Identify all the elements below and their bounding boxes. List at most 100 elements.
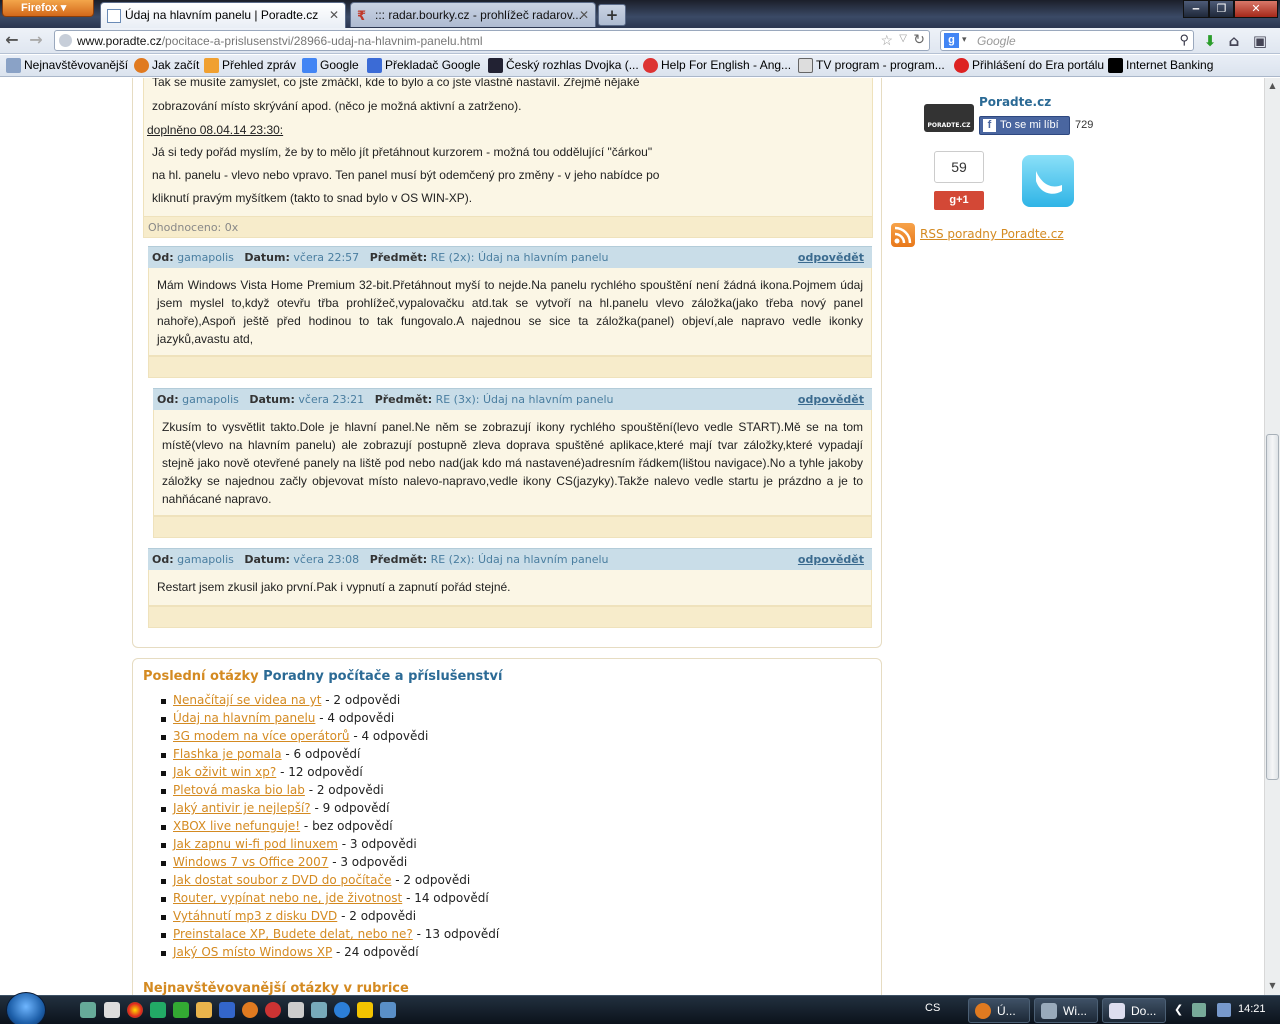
question-link[interactable]: Vytáhnutí mp3 z disku DVD <box>173 909 337 923</box>
post-text-line: zobrazování místo skrývání apod. (něco j… <box>152 99 522 113</box>
volume-tray-icon[interactable] <box>1217 1003 1231 1017</box>
scroll-up-icon[interactable]: ▲ <box>1265 78 1280 94</box>
bookmark-internet-banking[interactable]: Internet Banking <box>1106 58 1213 73</box>
firefox-icon[interactable] <box>242 1002 258 1018</box>
rss-link[interactable]: RSS poradny Poradte.cz <box>920 227 1064 241</box>
media-player-icon[interactable] <box>357 1002 373 1018</box>
maximize-button[interactable]: ❐ <box>1209 0 1234 18</box>
network-tray-icon[interactable] <box>1192 1003 1206 1017</box>
google-search-engine-icon[interactable]: g <box>944 33 959 48</box>
start-button[interactable] <box>6 992 46 1024</box>
reply-link[interactable]: odpovědět <box>798 553 864 566</box>
twitter-icon[interactable] <box>1022 155 1074 207</box>
page-scrollbar[interactable]: ▲ ▼ <box>1264 78 1280 995</box>
home-icon[interactable]: ⌂ <box>1224 31 1244 51</box>
forward-icon[interactable]: → <box>26 30 46 50</box>
antivirus-icon[interactable] <box>150 1002 166 1018</box>
folder-icon[interactable] <box>196 1002 212 1018</box>
media-icon[interactable] <box>265 1002 281 1018</box>
site-name-link[interactable]: Poradte.cz <box>979 95 1051 109</box>
translate-icon <box>367 58 382 73</box>
gplus-button[interactable]: g+1 <box>934 191 984 210</box>
comment-author[interactable]: gamapolis <box>177 553 234 566</box>
bookmark-tv-program[interactable]: TV program - program... <box>796 58 945 73</box>
search-icon[interactable]: ⚲ <box>1179 32 1189 48</box>
facebook-like-button[interactable]: f To se mi líbí <box>979 116 1070 135</box>
clock[interactable]: 14:21 <box>1238 1003 1266 1015</box>
tab-radar[interactable]: ₹ ::: radar.bourky.cz - prohlížeč radaro… <box>350 2 596 27</box>
comment-author[interactable]: gamapolis <box>177 251 234 264</box>
category-link[interactable]: Poradny počítače a příslušenství <box>263 669 502 684</box>
question-link[interactable]: Windows 7 vs Office 2007 <box>173 855 328 869</box>
question-link[interactable]: 3G modem na více operátorů <box>173 729 350 743</box>
bookmark-google[interactable]: Google <box>300 58 359 73</box>
bookmark-helpforenglish[interactable]: Help For English - Ang... <box>641 58 791 73</box>
bookmark-star-icon[interactable]: ☆ <box>880 32 893 49</box>
bookmark-most-visited[interactable]: Nejnavštěvovanější <box>4 58 128 73</box>
site-logo[interactable]: PORADTE.CZ <box>924 104 974 132</box>
bookmark-radio[interactable]: Český rozhlas Dvojka (... <box>486 58 639 73</box>
question-link[interactable]: Jaký OS místo Windows XP <box>173 945 332 959</box>
language-indicator[interactable]: CS <box>925 1002 940 1014</box>
network-app-icon[interactable] <box>311 1002 327 1018</box>
bookmark-getting-started[interactable]: Jak začít <box>132 58 199 73</box>
close-icon[interactable]: ✕ <box>579 8 589 22</box>
remote-desktop-icon[interactable] <box>380 1002 396 1018</box>
taskbar-window-2[interactable]: Wi... <box>1034 998 1098 1023</box>
question-link[interactable]: Flashka je pomala <box>173 747 282 761</box>
internet-explorer-icon[interactable] <box>334 1002 350 1018</box>
comment-author[interactable]: gamapolis <box>182 393 239 406</box>
comment-date: včera 23:21 <box>298 393 365 406</box>
new-tab-button[interactable]: + <box>598 4 626 26</box>
question-link[interactable]: Pletová maska bio lab <box>173 783 305 797</box>
question-link[interactable]: Router, vypínat nebo ne, jde životnost <box>173 891 402 905</box>
firefox-icon <box>134 58 149 73</box>
question-link[interactable]: Nenačítají se videa na yt <box>173 693 321 707</box>
bookmark-news[interactable]: Přehled zpráv <box>202 58 296 73</box>
chevron-down-icon[interactable]: ▾ <box>962 34 967 45</box>
site-identity-icon[interactable] <box>59 34 72 47</box>
excel-icon[interactable] <box>173 1002 189 1018</box>
close-icon[interactable]: ✕ <box>329 8 339 22</box>
question-link[interactable]: Preinstalace XP, Budete delat, nebo ne? <box>173 927 413 941</box>
rss-icon[interactable] <box>891 223 915 247</box>
tray-expand-icon[interactable]: ❮ <box>1174 1003 1188 1017</box>
latest-questions-title: Poslední otázky Poradny počítače a přísl… <box>143 669 502 684</box>
answer-count: - 4 odpovědi <box>315 711 395 725</box>
search-input[interactable]: g ▾ Google ⚲ <box>940 30 1194 51</box>
search-placeholder: Google <box>977 34 1016 48</box>
taskbar-firefox-window[interactable]: Ú... <box>968 998 1030 1023</box>
question-link[interactable]: Jak oživit win xp? <box>173 765 276 779</box>
word-icon[interactable] <box>219 1002 235 1018</box>
tab-poradte[interactable]: Údaj na hlavním panelu | Poradte.cz ✕ <box>100 2 346 28</box>
question-link[interactable]: Údaj na hlavním panelu <box>173 711 315 725</box>
bookmark-era[interactable]: Přihlášení do Era portálu <box>952 58 1104 73</box>
reply-link[interactable]: odpovědět <box>798 251 864 264</box>
question-link[interactable]: Jaký antivir je nejlepší? <box>173 801 311 815</box>
url-bar[interactable]: www.poradte.cz/pocitace-a-prislusenstvi/… <box>54 30 930 51</box>
scroll-down-icon[interactable]: ▼ <box>1265 978 1280 994</box>
firefox-menu-button[interactable]: Firefox ▾ <box>2 0 94 17</box>
answer-count: - 9 odpovědí <box>310 801 390 815</box>
page-icon <box>107 9 121 23</box>
question-link[interactable]: Jak zapnu wi-fi pod linuxem <box>173 837 338 851</box>
addon-icon[interactable]: ▣ <box>1250 31 1270 51</box>
back-icon[interactable]: ← <box>2 30 22 50</box>
explorer-icon[interactable] <box>104 1002 120 1018</box>
bookmark-translate[interactable]: Překladač Google <box>365 58 480 73</box>
close-window-button[interactable]: ✕ <box>1234 0 1278 18</box>
app-icon[interactable] <box>288 1002 304 1018</box>
chrome-icon[interactable] <box>127 1002 143 1018</box>
question-link[interactable]: Jak dostat soubor z DVD do počítače <box>173 873 391 887</box>
question-link[interactable]: XBOX live nefunguje! <box>173 819 300 833</box>
reload-icon[interactable]: ↻ <box>913 31 925 48</box>
taskbar-document-window[interactable]: Do... <box>1102 998 1166 1023</box>
scroll-thumb[interactable] <box>1266 434 1279 780</box>
reply-link[interactable]: odpovědět <box>798 393 864 406</box>
tab-label: Údaj na hlavním panelu | Poradte.cz <box>125 8 319 22</box>
facebook-icon: f <box>983 119 996 132</box>
url-dropdown-icon[interactable]: ▽ <box>899 33 907 44</box>
download-icon[interactable]: ⬇ <box>1200 31 1220 51</box>
minimize-button[interactable]: ‒ <box>1183 0 1209 18</box>
show-desktop-icon[interactable] <box>80 1002 96 1018</box>
